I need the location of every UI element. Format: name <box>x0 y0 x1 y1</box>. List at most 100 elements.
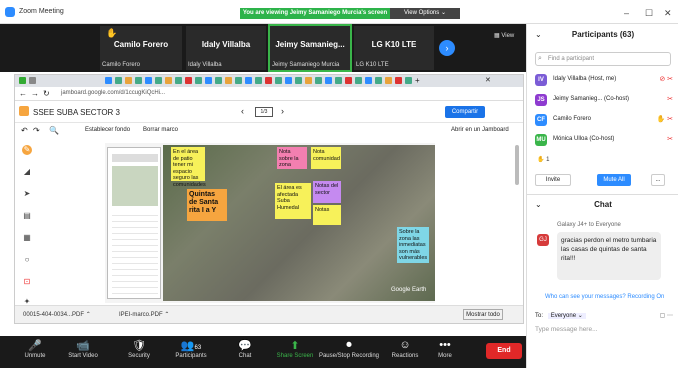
tab-icon[interactable] <box>245 77 252 84</box>
tab-icon[interactable] <box>195 77 202 84</box>
tab-icon[interactable] <box>395 77 402 84</box>
muted-mic-icon[interactable]: ✂ <box>667 135 673 143</box>
sticky-note-icon[interactable]: ▤ <box>22 211 32 221</box>
forward-icon[interactable]: → <box>31 89 39 98</box>
tab-icon[interactable] <box>165 77 172 84</box>
undo-icon[interactable]: ↶ <box>21 126 28 135</box>
prev-frame-icon[interactable]: ‹ <box>241 106 244 116</box>
tab-icon[interactable] <box>205 77 212 84</box>
tab-icon[interactable] <box>355 77 362 84</box>
video-tile[interactable]: LG K10 LTE LG K10 LTE <box>354 26 434 70</box>
frame-indicator[interactable]: 1/3 <box>255 107 273 117</box>
jamboard-canvas[interactable]: En el área de patio tener mi espacio seg… <box>105 143 435 303</box>
redo-icon[interactable]: ↷ <box>33 126 40 135</box>
sticky-note[interactable]: Nota sobre la zona <box>277 147 307 169</box>
tab-icon[interactable] <box>275 77 282 84</box>
tab-icon[interactable] <box>405 77 412 84</box>
participant-row[interactable]: JS Jeimy Samanieg... (Co-host) ✂ <box>535 92 675 108</box>
back-icon[interactable]: ← <box>19 89 27 98</box>
file-icon[interactable]: ▢ ⋯ <box>660 312 673 319</box>
start-video-button[interactable]: 📹 Start Video <box>58 336 108 368</box>
video-tile-active[interactable]: Jeimy Samanieg... Jeimy Samaniego Murcia <box>268 24 352 72</box>
tab-icon[interactable] <box>285 77 292 84</box>
unmute-button[interactable]: 🎤 Unmute <box>10 336 60 368</box>
maximize-icon[interactable]: ☐ <box>645 8 653 19</box>
shape-icon[interactable]: ○ <box>22 255 32 265</box>
share-button[interactable]: Compartir <box>445 106 485 118</box>
tab-icon[interactable] <box>215 77 222 84</box>
tab-icon[interactable] <box>135 77 142 84</box>
download-item[interactable]: 00015-404-0034...PDF ⌃ <box>23 311 91 318</box>
tab-icon[interactable] <box>365 77 372 84</box>
participant-row[interactable]: IV Idaly Villalba (Host, me) ⊘ ✂ <box>535 72 675 88</box>
muted-mic-icon[interactable]: ⊘ ✂ <box>659 75 673 83</box>
tab-icon[interactable] <box>185 77 192 84</box>
share-screen-button[interactable]: ⬆ Share Screen <box>270 336 320 368</box>
sticky-note[interactable]: Nota comunidad <box>311 147 341 169</box>
tab-icon[interactable] <box>115 77 122 84</box>
url-text[interactable]: jamboard.google.com/d/1ccugKiQcHi... <box>61 90 165 96</box>
tab-icon[interactable] <box>125 77 132 84</box>
more-options-button[interactable]: ... <box>651 174 665 186</box>
tab-icon[interactable] <box>295 77 302 84</box>
show-all-button[interactable]: Mostrar todo <box>463 309 503 320</box>
tab-icon[interactable] <box>345 77 352 84</box>
tab-icon[interactable] <box>255 77 262 84</box>
vertical-scrollbar[interactable] <box>515 145 519 185</box>
sticky-note[interactable]: Sobre la zona las inmediatas son más vul… <box>397 227 429 263</box>
tab-icon[interactable] <box>235 77 242 84</box>
select-icon[interactable]: ➤ <box>22 189 32 199</box>
zoom-icon[interactable]: 🔍 <box>49 126 59 135</box>
chat-button[interactable]: 💬 Chat <box>220 336 270 368</box>
participant-row[interactable]: MU Mónica Ulloa (Co-host) ✂ <box>535 132 675 148</box>
eraser-icon[interactable]: ◢ <box>22 167 32 177</box>
invite-button[interactable]: Invite <box>535 174 571 186</box>
sticky-note[interactable]: Notas <box>313 205 341 225</box>
jam-title[interactable]: SSEE SUBA SECTOR 3 <box>33 108 120 117</box>
address-bar[interactable]: ← → ↻ jamboard.google.com/d/1ccugKiQcHi.… <box>15 87 523 101</box>
mute-all-button[interactable]: Mute All <box>597 174 631 186</box>
video-tile[interactable]: Idaly Villalba Idaly Villalba <box>186 26 266 70</box>
view-options-button[interactable]: View Options ⌄ <box>390 8 460 19</box>
tab-icon[interactable] <box>325 77 332 84</box>
download-item[interactable]: IPEI-marco.PDF ⌃ <box>119 311 169 318</box>
recipient-select[interactable]: Everyone ⌄ <box>547 313 586 319</box>
end-meeting-button[interactable]: End <box>486 343 522 359</box>
tab-icon[interactable] <box>315 77 322 84</box>
tab-icon[interactable] <box>385 77 392 84</box>
sticky-note[interactable]: El área es afectada Suba Humedal <box>275 183 311 219</box>
new-tab-icon[interactable]: + <box>415 76 420 85</box>
next-page-icon[interactable]: › <box>439 40 455 56</box>
tab-icon[interactable] <box>155 77 162 84</box>
view-label[interactable]: ▦ View <box>494 32 514 39</box>
tab-icon[interactable] <box>19 77 26 84</box>
clear-frame-button[interactable]: Borrar marco <box>143 127 178 133</box>
sticky-note[interactable]: Quintas de Santa rita I a Y <box>187 189 227 221</box>
more-button[interactable]: ••• More <box>420 336 470 368</box>
who-can-see-link[interactable]: Who can see your messages? Recording On <box>545 294 664 300</box>
chat-message-input[interactable]: Type message here... <box>535 326 675 362</box>
tab-icon[interactable] <box>335 77 342 84</box>
sticky-note[interactable]: Notas del sector <box>313 181 341 203</box>
reload-icon[interactable]: ↻ <box>43 89 50 98</box>
tab-icon[interactable] <box>105 77 112 84</box>
text-box-icon[interactable]: ⊡ <box>22 277 32 287</box>
video-tile[interactable]: ✋ Camilo Forero Camilo Forero <box>100 26 182 70</box>
tab-icon[interactable] <box>145 77 152 84</box>
participant-search-input[interactable]: Find a participant <box>535 52 671 66</box>
browser-close-icon[interactable]: ✕ <box>485 76 491 84</box>
set-background-button[interactable]: Establecer fondo <box>85 127 130 133</box>
next-frame-icon[interactable]: › <box>281 106 284 116</box>
participant-row[interactable]: CF Camilo Forero ✋ ✂ <box>535 112 675 128</box>
recording-button[interactable]: ⏺ Pause/Stop Recording <box>318 336 380 368</box>
participants-button[interactable]: 👥63 Participants <box>166 336 216 368</box>
sticky-note[interactable]: En el área de patio tener mi espacio seg… <box>171 147 206 188</box>
tab-icon[interactable] <box>375 77 382 84</box>
muted-mic-icon[interactable]: ✂ <box>667 95 673 103</box>
tab-icon[interactable] <box>265 77 272 84</box>
tab-icon[interactable] <box>175 77 182 84</box>
raised-hand-icon[interactable]: ✋ ✂ <box>656 115 673 123</box>
security-button[interactable]: 🛡 Security <box>114 336 164 368</box>
tab-icon[interactable] <box>305 77 312 84</box>
close-icon[interactable]: ✕ <box>664 8 672 19</box>
